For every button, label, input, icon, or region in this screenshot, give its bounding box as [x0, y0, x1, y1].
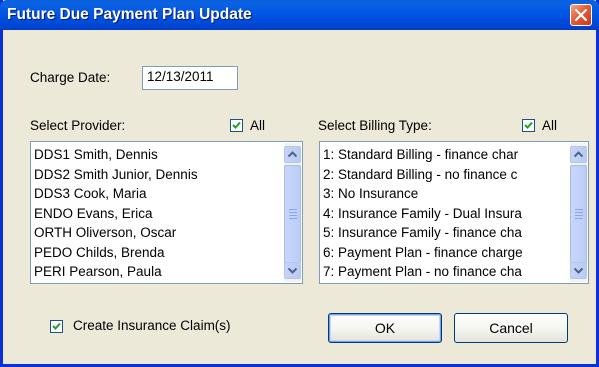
provider-item[interactable]: PEDO Childs, Brenda [34, 243, 282, 263]
create-claims-checkbox[interactable] [50, 320, 63, 333]
title-bar[interactable]: Future Due Payment Plan Update [0, 0, 599, 30]
billing-scroll-down-button[interactable] [570, 262, 587, 279]
billing-type-item[interactable]: 3: No Insurance [323, 184, 568, 204]
window-title: Future Due Payment Plan Update [7, 6, 252, 23]
provider-scroll-down-button[interactable] [284, 262, 301, 279]
provider-listbox[interactable]: DDS1 Smith, Dennis DDS2 Smith Junior, De… [30, 141, 303, 284]
provider-scroll-thumb[interactable] [284, 165, 301, 263]
billing-all-label: All [542, 118, 558, 133]
billing-type-list: 1: Standard Billing - finance char 2: St… [323, 145, 568, 282]
provider-item[interactable]: ORTH Oliverson, Oscar [34, 223, 282, 243]
provider-item[interactable]: PERI Pearson, Paula [34, 262, 282, 282]
billing-all-checkbox[interactable] [522, 119, 535, 132]
select-billing-type-label: Select Billing Type: [318, 118, 432, 133]
checkmark-icon [232, 121, 241, 129]
close-button[interactable] [570, 4, 592, 26]
grip-line [289, 218, 297, 219]
ok-button[interactable]: OK [328, 313, 442, 343]
grip-line [575, 215, 583, 216]
charge-date-label: Charge Date: [30, 70, 111, 85]
close-x-icon [575, 9, 587, 21]
billing-type-scrollbar[interactable] [570, 143, 587, 282]
chevron-down-icon [288, 267, 297, 274]
chevron-up-icon [574, 151, 583, 158]
provider-all-label: All [250, 118, 266, 133]
chevron-down-icon [574, 267, 583, 274]
checkmark-icon [52, 322, 61, 330]
grip-line [289, 209, 297, 210]
grip-line [575, 218, 583, 219]
grip-line [575, 209, 583, 210]
provider-list: DDS1 Smith, Dennis DDS2 Smith Junior, De… [34, 145, 282, 282]
provider-scrollbar[interactable] [284, 143, 301, 282]
billing-type-item[interactable]: 6: Payment Plan - finance charge [323, 243, 568, 263]
select-provider-label: Select Provider: [30, 118, 126, 133]
create-claims-label: Create Insurance Claim(s) [73, 318, 231, 333]
billing-scroll-up-button[interactable] [570, 146, 587, 163]
cancel-button[interactable]: Cancel [454, 313, 568, 343]
chevron-up-icon [288, 151, 297, 158]
billing-scroll-thumb[interactable] [570, 165, 587, 263]
billing-type-item[interactable]: 1: Standard Billing - finance char [323, 145, 568, 165]
billing-type-item[interactable]: 7: Payment Plan - no finance cha [323, 262, 568, 282]
provider-item[interactable]: DDS2 Smith Junior, Dennis [34, 165, 282, 185]
dialog-window: Future Due Payment Plan Update Charge Da… [0, 0, 599, 367]
charge-date-field[interactable]: 12/13/2011 [142, 66, 238, 90]
grip-line [289, 215, 297, 216]
provider-scroll-up-button[interactable] [284, 146, 301, 163]
provider-all-checkbox[interactable] [230, 119, 243, 132]
provider-item[interactable]: DDS1 Smith, Dennis [34, 145, 282, 165]
checkmark-icon [524, 121, 533, 129]
provider-item[interactable]: DDS3 Cook, Maria [34, 184, 282, 204]
provider-item[interactable]: ENDO Evans, Erica [34, 204, 282, 224]
grip-line [289, 212, 297, 213]
billing-type-item[interactable]: 2: Standard Billing - no finance c [323, 165, 568, 185]
grip-line [575, 212, 583, 213]
billing-type-item[interactable]: 4: Insurance Family - Dual Insura [323, 204, 568, 224]
billing-type-item[interactable]: 5: Insurance Family - finance cha [323, 223, 568, 243]
billing-type-listbox[interactable]: 1: Standard Billing - finance char 2: St… [319, 141, 589, 284]
